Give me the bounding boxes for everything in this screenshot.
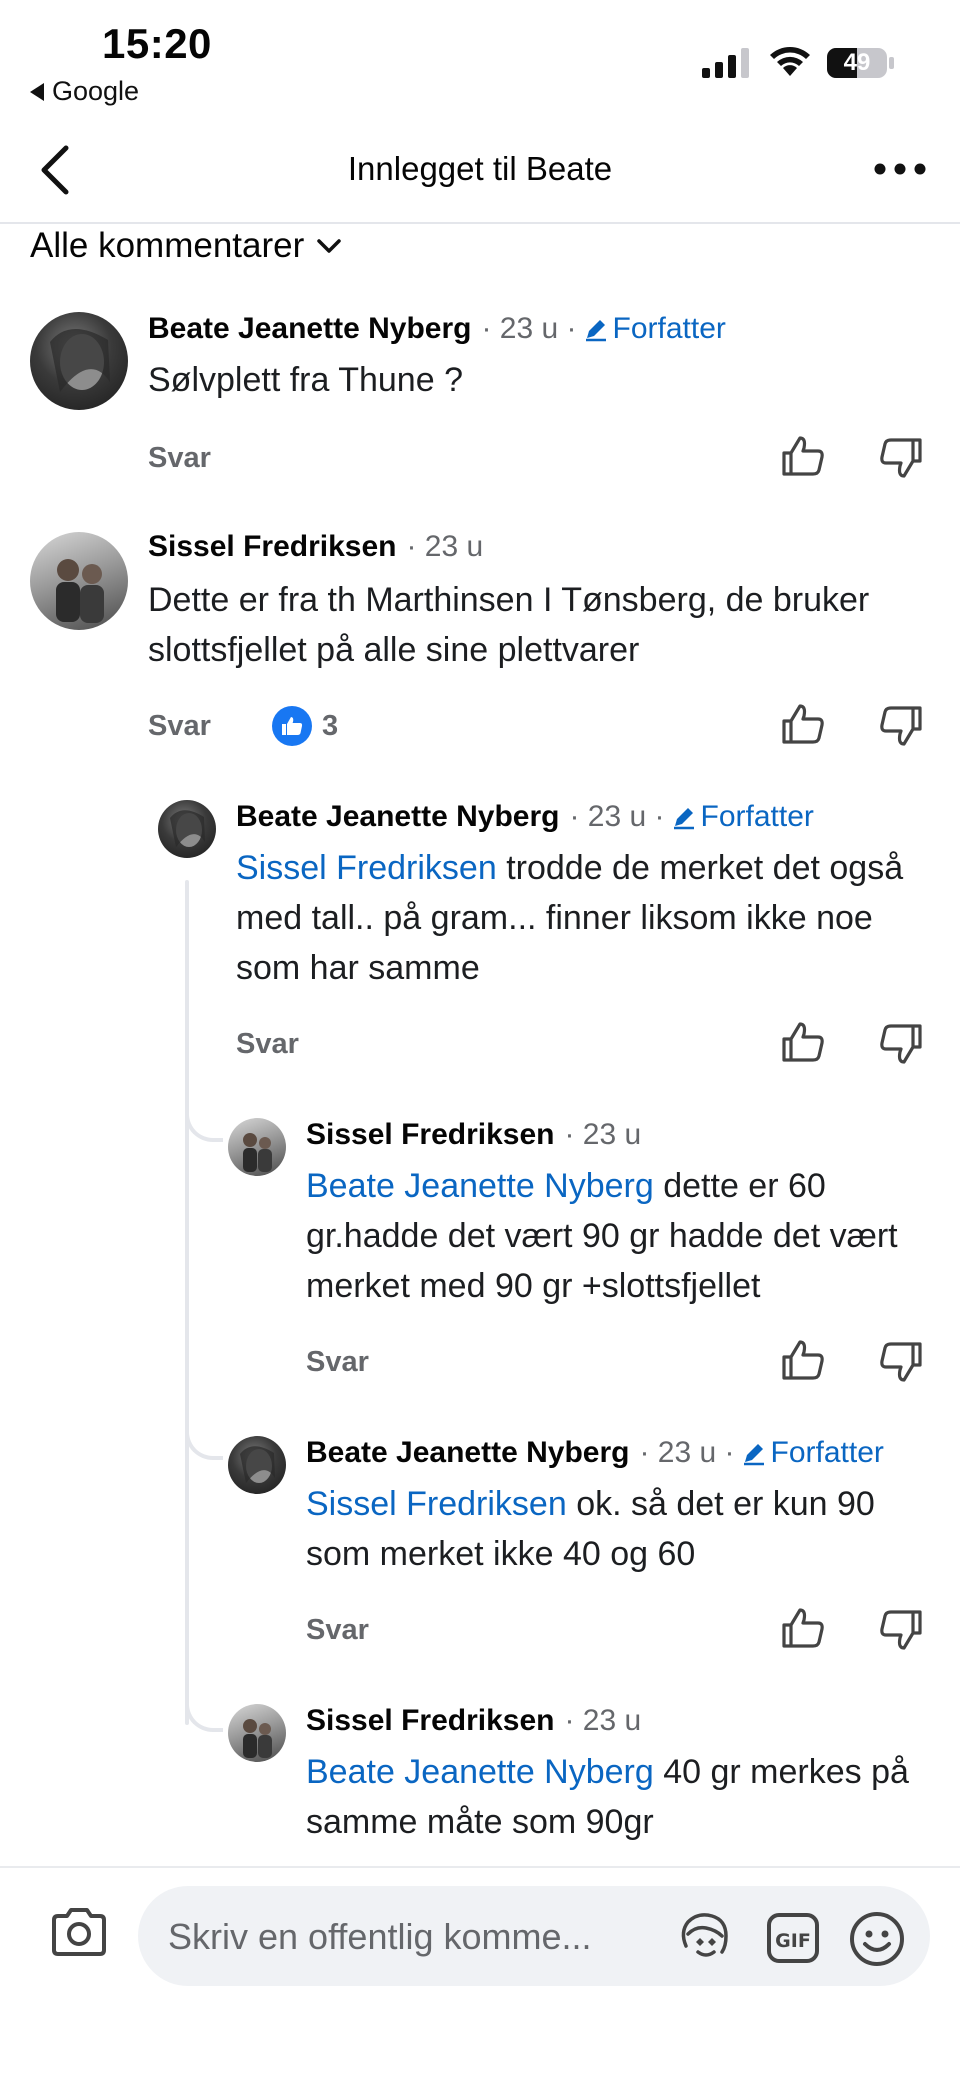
mention-link[interactable]: Beate Jeanette Nyberg	[306, 1753, 654, 1791]
comment-input[interactable]: Skriv en offentlig komme... GIF	[138, 1886, 930, 1986]
thread-branch	[185, 1670, 223, 1732]
back-to-app-link[interactable]: Google	[30, 76, 139, 107]
thread-branch	[185, 1080, 223, 1142]
avatar[interactable]	[158, 800, 216, 858]
avatar[interactable]	[30, 312, 128, 410]
cellular-signal-icon	[702, 48, 749, 78]
thumbs-down-icon[interactable]	[878, 704, 924, 748]
reply-button[interactable]: Svar	[306, 1346, 369, 1379]
back-triangle-icon	[30, 82, 44, 101]
pencil-icon	[585, 320, 606, 342]
comment-text: Beate Jeanette Nyberg dette er 60 gr.had…	[306, 1161, 926, 1311]
author-badge: Forfatter	[671, 800, 814, 834]
thread-line	[185, 880, 189, 1725]
reaction-summary[interactable]: 3	[272, 706, 338, 746]
comment-body: Dette er fra th Marthinsen I Tønsberg, d…	[148, 581, 870, 669]
comment-text: Beate Jeanette Nyberg 40 gr merkes på sa…	[306, 1747, 926, 1847]
avatar[interactable]	[228, 1704, 286, 1762]
thumbs-down-icon[interactable]	[878, 436, 924, 480]
reply-button[interactable]: Svar	[148, 442, 211, 475]
thumbs-up-icon[interactable]	[780, 434, 826, 478]
gif-icon[interactable]: GIF	[766, 1912, 820, 1964]
comment-author-name[interactable]: Sissel Fredriksen	[148, 530, 396, 564]
comment-author-name[interactable]: Beate Jeanette Nyberg	[236, 800, 559, 834]
comment-text: Sissel Fredriksen trodde de merket det o…	[236, 843, 926, 993]
comment-meta: · 23 u	[564, 1118, 642, 1151]
comment-filter-dropdown[interactable]: Alle kommentarer	[30, 226, 342, 266]
thumbs-down-icon[interactable]	[878, 1022, 924, 1066]
thumbs-up-icon[interactable]	[780, 1020, 826, 1064]
reply-button[interactable]: Svar	[306, 1614, 369, 1647]
author-badge-label: Forfatter	[612, 312, 726, 345]
mention-link[interactable]: Sissel Fredriksen	[236, 849, 497, 887]
more-icon[interactable]	[872, 154, 928, 184]
comment-text: Dette er fra th Marthinsen I Tønsberg, d…	[148, 575, 918, 675]
reply-button[interactable]: Svar	[148, 710, 211, 743]
comment-meta: · 23 u	[564, 1704, 642, 1737]
page-title: Innlegget til Beate	[347, 150, 613, 187]
thumbs-down-icon[interactable]	[878, 1608, 924, 1652]
reply-button[interactable]: Svar	[236, 1028, 299, 1061]
battery-level: 49	[843, 49, 871, 76]
status-bar: 15:20 Google 49	[0, 0, 960, 116]
comment-composer: Skriv en offentlig komme... GIF	[0, 1866, 960, 2078]
thumbs-up-icon[interactable]	[780, 1338, 826, 1382]
avatar-sticker-icon[interactable]	[676, 1910, 734, 1964]
pencil-icon	[673, 808, 694, 830]
emoji-icon[interactable]	[848, 1910, 906, 1968]
avatar[interactable]	[228, 1436, 286, 1494]
comment-meta: · 23 u ·	[639, 1436, 735, 1469]
status-time: 15:20	[102, 20, 212, 67]
back-app-label: Google	[52, 76, 140, 106]
comment-meta: · 23 u	[406, 530, 484, 563]
svg-text:GIF: GIF	[775, 1930, 811, 1952]
comment-author-name[interactable]: Beate Jeanette Nyberg	[306, 1436, 629, 1470]
mention-link[interactable]: Sissel Fredriksen	[306, 1485, 567, 1523]
filter-label: Alle kommentarer	[30, 226, 305, 265]
comment-text: Sølvplett fra Thune ?	[148, 355, 918, 405]
thumbs-up-icon[interactable]	[780, 702, 826, 746]
comment-text: Sissel Fredriksen ok. så det er kun 90 s…	[306, 1479, 926, 1579]
comment-body: Sølvplett fra Thune ?	[148, 361, 463, 399]
like-reaction-icon	[272, 706, 312, 746]
author-badge-label: Forfatter	[700, 800, 814, 833]
author-badge-label: Forfatter	[770, 1436, 884, 1469]
chevron-down-icon	[317, 239, 342, 253]
camera-icon[interactable]	[50, 1906, 108, 1958]
avatar[interactable]	[30, 532, 128, 630]
author-badge: Forfatter	[741, 1436, 884, 1470]
thumbs-up-icon[interactable]	[780, 1606, 826, 1650]
author-badge: Forfatter	[583, 312, 726, 346]
comment-meta: · 23 u ·	[481, 312, 577, 345]
comment-author-name[interactable]: Sissel Fredriksen	[306, 1118, 554, 1152]
reaction-count: 3	[322, 709, 339, 742]
nav-header: Innlegget til Beate	[0, 116, 960, 224]
comment-author-name[interactable]: Beate Jeanette Nyberg	[148, 312, 471, 346]
comment-meta: · 23 u ·	[569, 800, 665, 833]
mention-link[interactable]: Beate Jeanette Nyberg	[306, 1167, 654, 1205]
thumbs-down-icon[interactable]	[878, 1340, 924, 1384]
battery-icon: 49	[826, 47, 896, 79]
avatar[interactable]	[228, 1118, 286, 1176]
comment-author-name[interactable]: Sissel Fredriksen	[306, 1704, 554, 1738]
wifi-icon	[770, 47, 810, 76]
pencil-icon	[743, 1444, 764, 1466]
comment-input-placeholder: Skriv en offentlig komme...	[168, 1916, 592, 1957]
thread-branch	[185, 1398, 223, 1460]
